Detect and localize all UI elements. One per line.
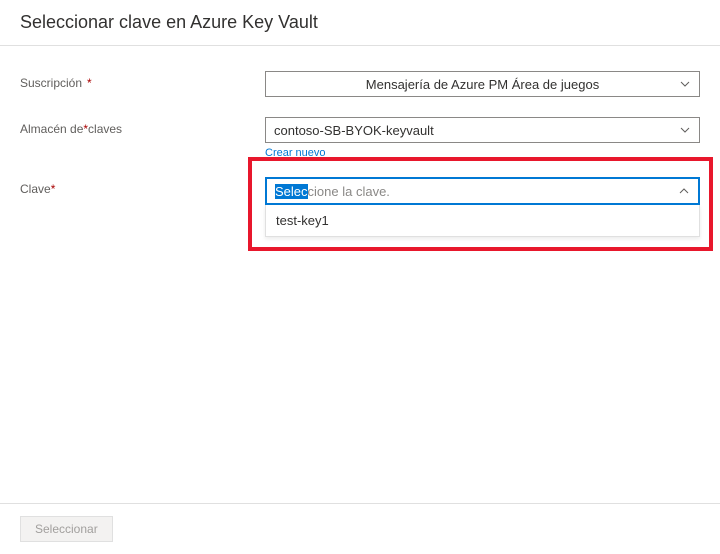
- key-option[interactable]: test-key1: [266, 205, 699, 236]
- subscription-select[interactable]: Mensajería de Azure PM Área de juegos: [265, 71, 700, 97]
- subscription-row: Suscripción* Mensajería de Azure PM Área…: [20, 71, 700, 97]
- key-select[interactable]: Seleccione la clave.: [265, 177, 700, 205]
- chevron-up-icon: [678, 185, 690, 197]
- keyvault-row: Almacén de*claves contoso-SB-BYOK-keyvau…: [20, 117, 700, 159]
- key-row: Clave* Seleccione la clave. test-key1: [20, 177, 700, 237]
- key-label: Clave*: [20, 177, 265, 196]
- key-placeholder: Seleccione la clave.: [275, 184, 390, 199]
- chevron-down-icon: [679, 124, 691, 136]
- keyvault-label: Almacén de*claves: [20, 117, 265, 136]
- subscription-value: Mensajería de Azure PM Área de juegos: [366, 77, 599, 92]
- footer-bar: Seleccionar: [0, 503, 720, 554]
- keyvault-value: contoso-SB-BYOK-keyvault: [274, 123, 434, 138]
- required-indicator: *: [51, 182, 56, 196]
- create-new-link[interactable]: Crear nuevo: [265, 147, 700, 159]
- select-button[interactable]: Seleccionar: [20, 516, 113, 542]
- page-title: Seleccionar clave en Azure Key Vault: [20, 12, 700, 33]
- keyvault-select[interactable]: contoso-SB-BYOK-keyvault: [265, 117, 700, 143]
- key-dropdown: test-key1: [265, 205, 700, 237]
- required-indicator: *: [87, 76, 92, 90]
- subscription-label: Suscripción*: [20, 71, 265, 90]
- chevron-down-icon: [679, 78, 691, 90]
